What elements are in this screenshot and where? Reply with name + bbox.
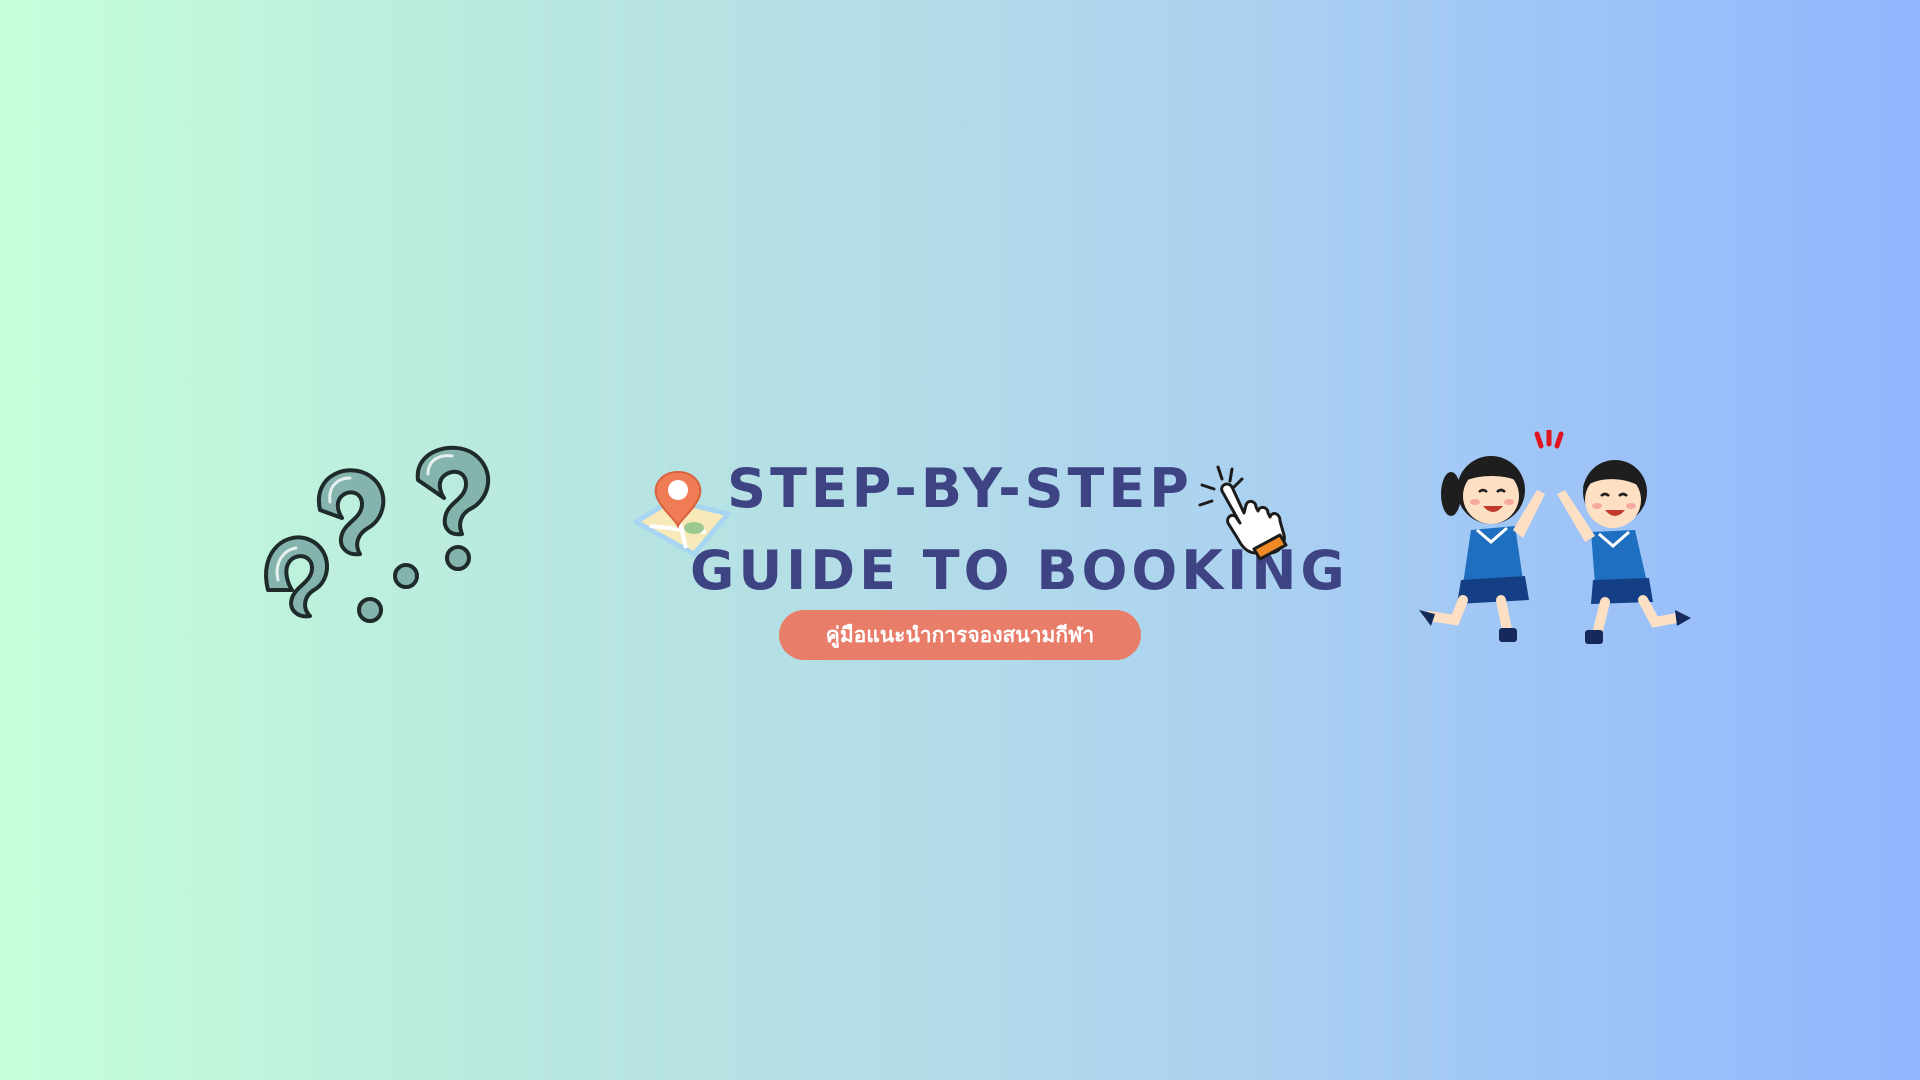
pointing-hand-icon <box>1198 465 1288 561</box>
title-line-2: GUIDE TO BOOKING <box>690 539 1349 602</box>
channel-banner: STEP-BY-STEP GUIDE TO BOOKING คู่มือแนะน… <box>0 0 1920 1080</box>
high-five-kids-illustration <box>1419 430 1691 644</box>
question-marks-icon <box>264 445 491 623</box>
title-line-1: STEP-BY-STEP <box>727 457 1193 520</box>
subtitle-badge: คู่มือแนะนำการจองสนามกีฬา <box>779 610 1141 660</box>
banner-title: STEP-BY-STEP GUIDE TO BOOKING <box>690 448 1349 612</box>
